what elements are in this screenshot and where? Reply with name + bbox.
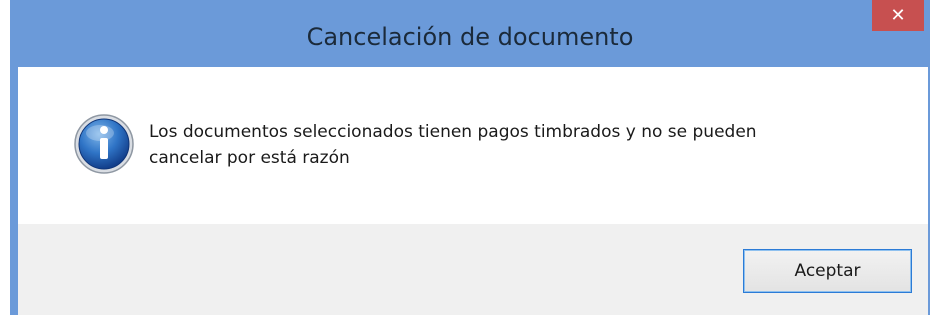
- ok-button[interactable]: Aceptar: [743, 249, 912, 293]
- message-line-1: Los documentos seleccionados tienen pago…: [149, 122, 757, 142]
- message-area: Los documentos seleccionados tienen pago…: [18, 67, 928, 224]
- information-icon: [74, 114, 134, 174]
- message-text: Los documentos seleccionados tienen pago…: [149, 119, 889, 171]
- dialog-window: Cancelación de documento ✕ Los documento…: [10, 0, 930, 315]
- dialog-content: Los documentos seleccionados tienen pago…: [18, 67, 928, 315]
- dialog-title: Cancelación de documento: [306, 23, 634, 51]
- message-line-2: cancelar por está razón: [149, 148, 350, 168]
- close-icon: ✕: [890, 5, 906, 26]
- button-bar: Aceptar: [18, 224, 928, 315]
- title-bar[interactable]: Cancelación de documento ✕: [10, 0, 930, 67]
- close-button[interactable]: ✕: [872, 0, 924, 31]
